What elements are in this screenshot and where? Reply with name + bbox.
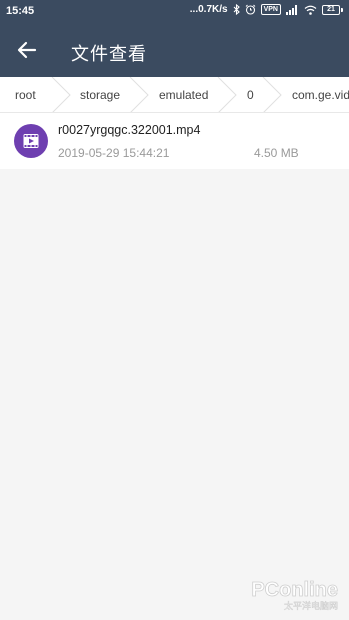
file-size: 4.50 MB xyxy=(254,146,299,160)
pconline-watermark-logo: PConline 太平洋电脑网 xyxy=(251,579,338,612)
battery-level: 21 xyxy=(322,4,340,15)
breadcrumb-item-0[interactable]: 0 xyxy=(247,77,254,112)
video-file-icon xyxy=(14,124,48,158)
battery-tip xyxy=(341,7,343,12)
status-bar: 15:45 ...0.7K/s VPN 21 xyxy=(0,0,349,24)
bluetooth-icon xyxy=(233,4,240,15)
wifi-icon xyxy=(304,5,317,15)
watermark-brand: PConline xyxy=(251,579,338,601)
breadcrumb-item-root[interactable]: root xyxy=(15,77,36,112)
breadcrumb: root storage emulated 0 com.ge.vid xyxy=(0,77,349,113)
breadcrumb-item-storage[interactable]: storage xyxy=(80,77,120,112)
watermark-tagline: 太平洋电脑网 xyxy=(284,600,338,612)
chevron-right-icon xyxy=(129,77,149,112)
signal-icon xyxy=(286,4,299,15)
arrow-left-icon xyxy=(17,41,37,59)
chevron-right-icon xyxy=(262,77,282,112)
status-icons: ...0.7K/s VPN 21 xyxy=(190,4,343,15)
breadcrumb-item-emulated[interactable]: emulated xyxy=(159,77,208,112)
vpn-badge: VPN xyxy=(260,4,281,15)
battery-indicator: 21 xyxy=(322,4,343,15)
file-list-item[interactable]: r0027yrgqgc.322001.mp4 2019-05-29 15:44:… xyxy=(0,113,349,169)
page-title: 文件查看 xyxy=(71,44,147,64)
file-date: 2019-05-29 15:44:21 xyxy=(58,146,170,160)
app-header: 15:45 ...0.7K/s VPN 21 文件查看 xyxy=(0,0,349,77)
file-name: r0027yrgqgc.322001.mp4 xyxy=(58,123,201,137)
back-button[interactable] xyxy=(14,37,40,63)
status-time: 15:45 xyxy=(6,5,35,17)
network-speed: ...0.7K/s xyxy=(189,4,228,15)
chevron-right-icon xyxy=(51,77,71,112)
breadcrumb-item-package[interactable]: com.ge.vid xyxy=(292,77,349,112)
chevron-right-icon xyxy=(217,77,237,112)
alarm-icon xyxy=(245,4,256,15)
